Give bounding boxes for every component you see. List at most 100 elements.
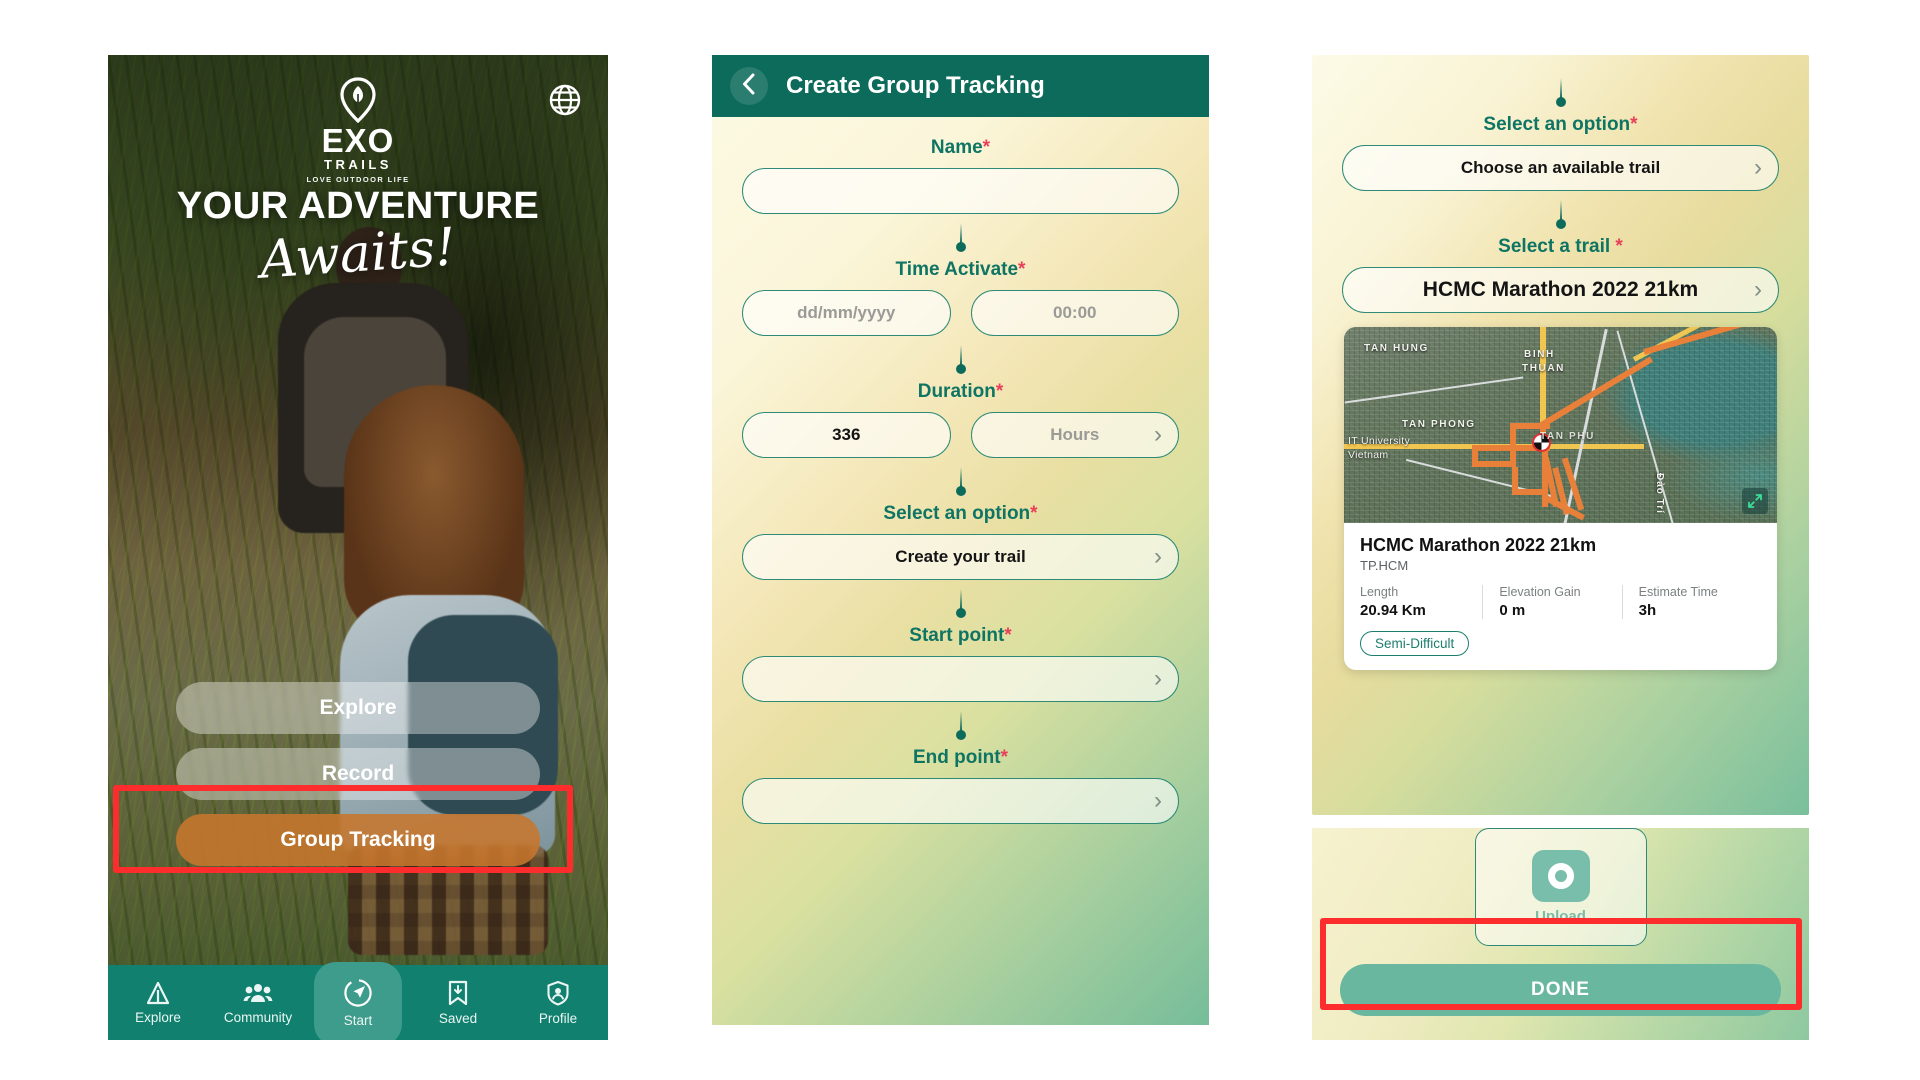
required-marker: * (1004, 625, 1012, 646)
bookmark-download-icon (447, 980, 469, 1006)
upload-label: Upload (1535, 907, 1586, 925)
start-point-field[interactable]: › (742, 656, 1179, 702)
app-logo: EXO TRAILS LOVE OUTDOOR LIFE (108, 77, 608, 184)
activate-date-input[interactable]: dd/mm/yyyy (742, 290, 951, 336)
trail-result-card[interactable]: TAN HUNG BINH THUAN TAN PHONG IT Univers… (1344, 327, 1777, 670)
name-input[interactable] (742, 168, 1179, 214)
map-label: TAN PHU (1540, 431, 1595, 442)
headline-primary: YOUR ADVENTURE (176, 185, 540, 227)
logo-tagline: LOVE OUTDOOR LIFE (306, 175, 410, 185)
map-label: Vietnam (1348, 449, 1389, 461)
exo-pin-leaf-icon (336, 77, 380, 124)
difficulty-badge: Semi-Difficult (1360, 631, 1470, 656)
step-connector (1342, 78, 1779, 107)
select-option-field[interactable]: Choose an available trail › (1342, 145, 1779, 191)
start-point-label: Start point* (909, 625, 1012, 646)
headline-script: Awaits! (258, 217, 458, 291)
tab-community[interactable]: Community (208, 981, 308, 1025)
name-label: Name* (930, 137, 991, 158)
duration-row: 336 Hours › (742, 412, 1179, 458)
stat-value: 20.94 Km (1360, 602, 1426, 619)
tab-start-label: Start (343, 1012, 373, 1028)
select-trail-label: Select a trail * (1498, 236, 1623, 257)
step-connector (742, 223, 1179, 252)
time-activate-label: Time Activate* (895, 259, 1026, 280)
select-option-label: Select an option* (883, 503, 1038, 524)
end-point-field[interactable]: › (742, 778, 1179, 824)
step-connector (1342, 200, 1779, 229)
page-title: Create Group Tracking (786, 72, 1045, 99)
shield-user-icon (546, 980, 570, 1006)
trail-upload-done-panel: Upload DONE (1312, 828, 1809, 1040)
map-label: IT University (1348, 435, 1411, 447)
required-marker: * (982, 137, 991, 158)
app-bar: Create Group Tracking (712, 55, 1209, 117)
logo-subword: TRAILS (324, 157, 392, 173)
tab-explore-label: Explore (135, 1009, 181, 1025)
required-marker: * (1615, 236, 1623, 257)
chevron-left-icon (741, 73, 757, 100)
map-label: Đảo Trí (1654, 473, 1665, 514)
stat-value: 3h (1638, 602, 1657, 619)
map-label: TAN PHONG (1402, 419, 1476, 430)
tab-saved-label: Saved (438, 1010, 478, 1026)
chevron-right-icon: › (1754, 276, 1762, 303)
end-point-label: End point* (913, 747, 1008, 768)
stat-elevation-gain: Elevation Gain 0 m (1482, 585, 1621, 619)
activate-time-input[interactable]: 00:00 (970, 290, 1179, 336)
time-activate-row: dd/mm/yyyy 00:00 (742, 290, 1179, 336)
trail-card-title: HCMC Marathon 2022 21km (1360, 535, 1597, 555)
trail-card-subtitle: TP.HCM (1360, 558, 1409, 573)
upload-photo-button[interactable]: Upload (1474, 828, 1647, 946)
step-connector (742, 345, 1179, 374)
select-option-field[interactable]: Create your trail › (742, 534, 1179, 580)
duration-label: Duration* (917, 381, 1004, 402)
back-button[interactable] (730, 67, 768, 105)
group-tracking-form: Name* Time Activate* dd/mm/yyyy 00:00 Du… (712, 117, 1209, 824)
tab-profile[interactable]: Profile (508, 980, 608, 1026)
tab-profile-label: Profile (538, 1010, 578, 1026)
chevron-right-icon: › (1154, 787, 1162, 814)
select-trail-field[interactable]: HCMC Marathon 2022 21km › (1342, 267, 1779, 313)
duration-amount-input[interactable]: 336 (742, 412, 951, 458)
home-action-list: Explore Record Group Tracking (176, 682, 540, 880)
required-marker: * (995, 381, 1004, 402)
stat-value: 0 m (1499, 602, 1526, 619)
map-label: BINH (1524, 349, 1555, 360)
done-button-wrap: DONE (1312, 946, 1809, 1016)
tab-explore[interactable]: Explore (108, 981, 208, 1025)
hero-headline: YOUR ADVENTURE Awaits! (108, 185, 608, 291)
map-label: THUAN (1522, 363, 1565, 374)
stat-label: Elevation Gain (1499, 585, 1581, 599)
record-button[interactable]: Record (176, 748, 540, 800)
required-marker: * (1000, 747, 1008, 768)
map-label: TAN HUNG (1364, 343, 1429, 354)
chevron-right-icon: › (1154, 421, 1162, 448)
screenshot-stage: EXO TRAILS LOVE OUTDOOR LIFE YOUR ADVENT… (0, 0, 1920, 1080)
stat-label: Length (1360, 585, 1399, 599)
stat-estimate-time: Estimate Time 3h (1621, 585, 1761, 619)
create-group-tracking-panel: Create Group Tracking Name* Time Activat… (712, 55, 1209, 1025)
tent-icon (145, 981, 171, 1005)
trail-map-thumbnail[interactable]: TAN HUNG BINH THUAN TAN PHONG IT Univers… (1344, 327, 1777, 523)
required-marker: * (1018, 259, 1026, 280)
home-screen-panel: EXO TRAILS LOVE OUTDOOR LIFE YOUR ADVENT… (108, 55, 608, 1040)
people-group-icon (243, 981, 273, 1005)
chevron-right-icon: › (1154, 665, 1162, 692)
tab-start[interactable]: Start (308, 961, 408, 1040)
step-connector (742, 589, 1179, 618)
expand-arrows-icon[interactable] (1742, 488, 1768, 514)
logo-wordmark: EXO (321, 122, 395, 159)
globe-icon[interactable] (546, 81, 584, 119)
group-tracking-button[interactable]: Group Tracking (176, 814, 540, 866)
step-connector (742, 711, 1179, 740)
stat-length: Length 20.94 Km (1360, 585, 1482, 619)
explore-button[interactable]: Explore (176, 682, 540, 734)
camera-upload-icon (1531, 849, 1590, 902)
tab-saved[interactable]: Saved (408, 980, 508, 1026)
done-button[interactable]: DONE (1340, 964, 1781, 1016)
trail-selection-panel: Select an option* Choose an available tr… (1312, 55, 1809, 815)
trail-form: Select an option* Choose an available tr… (1312, 55, 1809, 670)
required-marker: * (1030, 503, 1038, 524)
duration-unit-select[interactable]: Hours › (970, 412, 1179, 458)
